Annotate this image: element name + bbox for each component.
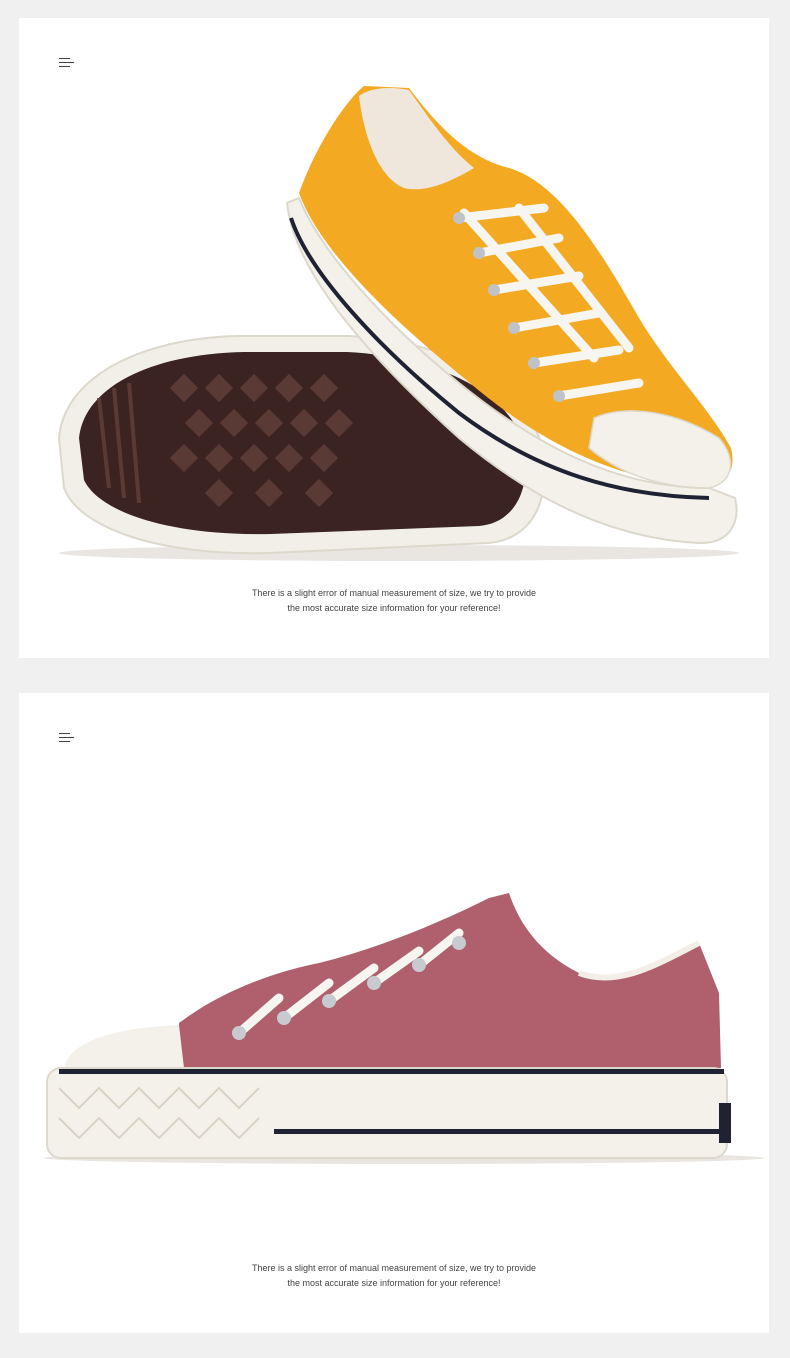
pink-sneaker-photo [44, 893, 764, 1164]
size-disclaimer: There is a slight error of manual measur… [19, 586, 769, 616]
yellow-sneaker-photo [57, 86, 739, 561]
size-disclaimer-line-1: There is a slight error of manual measur… [251, 1263, 537, 1273]
pink-shoe [46, 893, 731, 1159]
size-disclaimer: There is a slight error of manual measur… [19, 1261, 769, 1291]
size-disclaimer-line-1: There is a slight error of manual measur… [251, 588, 537, 598]
size-disclaimer-line-2: the most accurate size information for y… [287, 603, 501, 613]
product-image-card-2: There is a slight error of manual measur… [19, 693, 769, 1333]
size-disclaimer-line-2: the most accurate size information for y… [287, 1278, 501, 1288]
product-image-card-1: There is a slight error of manual measur… [19, 18, 769, 658]
